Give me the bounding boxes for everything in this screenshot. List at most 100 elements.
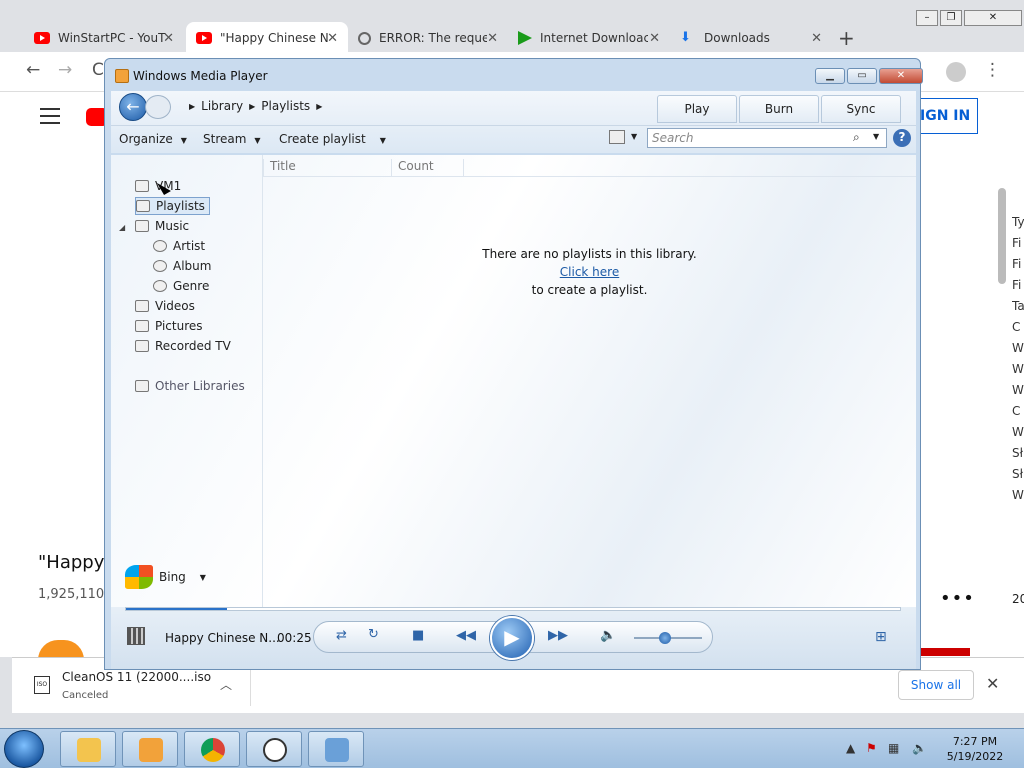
tab-downloads[interactable]: ⬇ Downloads ✕ (670, 24, 832, 52)
wmp-titlebar[interactable]: Windows Media Player ▁ ▭ ✕ (105, 59, 923, 91)
column-title[interactable]: Title (263, 159, 391, 177)
close-tab-icon[interactable]: ✕ (811, 31, 822, 46)
kebab-menu-icon[interactable]: ⋮ (984, 60, 1001, 80)
close-icon[interactable]: ✕ (964, 10, 1022, 26)
tab-happy-chinese[interactable]: "Happy Chinese N ✕ (186, 22, 348, 54)
tab-sync[interactable]: Sync (821, 95, 901, 123)
tab-internet-download[interactable]: Internet Downloac ✕ (508, 24, 670, 52)
close-tab-icon[interactable]: ✕ (163, 31, 174, 46)
related-item[interactable]: Fi (1012, 233, 1024, 254)
create-playlist-menu[interactable]: Create playlist ▼ (279, 132, 386, 146)
minimize-icon[interactable]: ▁ (815, 68, 845, 84)
related-item[interactable]: Sł (1012, 443, 1024, 464)
related-item[interactable]: C (1012, 401, 1024, 422)
volume-knob[interactable] (658, 632, 671, 644)
related-item[interactable]: Sł (1012, 464, 1024, 485)
search-input[interactable]: Search (647, 128, 887, 148)
reload-icon[interactable]: C (92, 60, 104, 80)
related-item[interactable]: C (1012, 317, 1024, 338)
repeat-icon[interactable]: ↻ (368, 627, 379, 642)
nav-item-music[interactable]: Music (135, 217, 189, 235)
related-item[interactable]: Fi (1012, 254, 1024, 275)
show-hidden-icons-icon[interactable]: ▲ (846, 741, 855, 755)
nav-item-videos[interactable]: Videos (135, 297, 195, 315)
close-icon[interactable]: ✕ (986, 674, 999, 693)
nav-item-playlists[interactable]: Playlists (135, 197, 210, 215)
close-tab-icon[interactable]: ✕ (649, 31, 660, 46)
chevron-down-icon[interactable]: ▼ (873, 132, 879, 141)
back-arrow-icon[interactable]: ← (119, 93, 147, 121)
breadcrumb-playlists[interactable]: Playlists (261, 99, 310, 115)
minimize-icon[interactable]: – (916, 10, 938, 26)
sign-in-button[interactable]: IGN IN (914, 98, 978, 134)
breadcrumb-arrow-icon[interactable]: ▶ (316, 99, 322, 115)
expand-triangle-icon[interactable]: ◢ (119, 223, 125, 232)
subscribe-button[interactable] (916, 648, 970, 656)
action-center-icon[interactable]: ⚑ (866, 741, 877, 755)
chevron-up-icon[interactable]: ︿ (220, 676, 232, 693)
breadcrumb-arrow-icon[interactable]: ▶ (249, 99, 255, 115)
next-icon[interactable]: ▶▶ (548, 628, 568, 643)
nav-item-album[interactable]: Album (153, 257, 211, 275)
stream-menu[interactable]: Stream ▼ (203, 132, 261, 146)
play-button[interactable]: ▶ (490, 616, 534, 660)
forward-arrow-icon[interactable] (145, 95, 171, 119)
related-item[interactable]: W (1012, 338, 1024, 359)
nav-item-genre[interactable]: Genre (153, 277, 209, 295)
show-all-button[interactable]: Show all (898, 670, 974, 700)
hamburger-menu-icon[interactable] (40, 108, 60, 124)
help-icon[interactable]: ? (893, 129, 911, 147)
related-item[interactable]: W (1012, 380, 1024, 401)
click-here-link[interactable]: Click here (560, 265, 619, 279)
taskbar-wmp[interactable] (122, 731, 178, 767)
profile-avatar-icon[interactable] (946, 62, 966, 82)
scrollbar-thumb[interactable] (998, 188, 1006, 284)
nav-item-other-libraries[interactable]: Other Libraries (135, 377, 245, 395)
nav-item-artist[interactable]: Artist (153, 237, 205, 255)
stop-icon[interactable]: ■ (412, 628, 424, 643)
tab-error[interactable]: ERROR: The reque ✕ (348, 24, 508, 52)
seek-bar[interactable] (125, 607, 901, 611)
download-filename[interactable]: CleanOS 11 (22000....iso (62, 670, 211, 684)
related-item[interactable]: W (1012, 359, 1024, 380)
switch-to-now-playing-icon[interactable]: ⊞ (875, 629, 887, 645)
volume-icon[interactable]: 🔈 (912, 741, 927, 755)
clock[interactable]: 7:27 PM 5/19/2022 (938, 734, 1012, 764)
close-icon[interactable]: ✕ (879, 68, 923, 84)
tab-play[interactable]: Play (657, 95, 737, 123)
nav-item-pictures[interactable]: Pictures (135, 317, 203, 335)
tab-burn[interactable]: Burn (739, 95, 819, 123)
network-icon[interactable]: ▦ (888, 741, 899, 755)
bing-store[interactable]: Bing ▼ (125, 565, 206, 589)
volume-icon[interactable]: 🔈 (600, 628, 616, 643)
close-tab-icon[interactable]: ✕ (487, 31, 498, 46)
maximize-icon[interactable]: ▭ (847, 68, 877, 84)
start-button[interactable] (4, 730, 44, 768)
taskbar-chrome[interactable] (184, 731, 240, 767)
taskbar-explorer[interactable] (60, 731, 116, 767)
new-tab-button[interactable]: + (838, 26, 855, 50)
tab-winstartpc[interactable]: WinStartPC - YouT ✕ (24, 24, 184, 52)
related-item[interactable]: Ta (1012, 296, 1024, 317)
related-item[interactable]: Ty (1012, 212, 1024, 233)
column-count[interactable]: Count (391, 159, 463, 177)
shuffle-icon[interactable]: ⇄ (336, 628, 347, 643)
taskbar-ffdec[interactable] (246, 731, 302, 767)
view-options-icon[interactable] (609, 130, 625, 144)
more-actions-icon[interactable]: ••• (940, 588, 975, 609)
chevron-down-icon[interactable]: ▼ (631, 132, 637, 141)
close-tab-icon[interactable]: ✕ (327, 31, 338, 46)
breadcrumb-arrow-icon[interactable]: ▶ (189, 99, 195, 115)
taskbar-control-panel[interactable] (308, 731, 364, 767)
nav-item-recorded-tv[interactable]: Recorded TV (135, 337, 231, 355)
forward-arrow-icon[interactable]: → (58, 60, 72, 80)
previous-icon[interactable]: ◀◀ (456, 628, 476, 643)
back-arrow-icon[interactable]: ← (26, 60, 40, 80)
related-item[interactable]: W (1012, 485, 1024, 506)
breadcrumb-library[interactable]: Library (201, 99, 243, 115)
search-icon[interactable]: ⌕ (853, 130, 860, 145)
organize-menu[interactable]: Organize ▼ (119, 132, 187, 146)
related-item[interactable]: Fi (1012, 275, 1024, 296)
related-item[interactable]: W (1012, 422, 1024, 443)
restore-icon[interactable]: ❐ (940, 10, 962, 26)
